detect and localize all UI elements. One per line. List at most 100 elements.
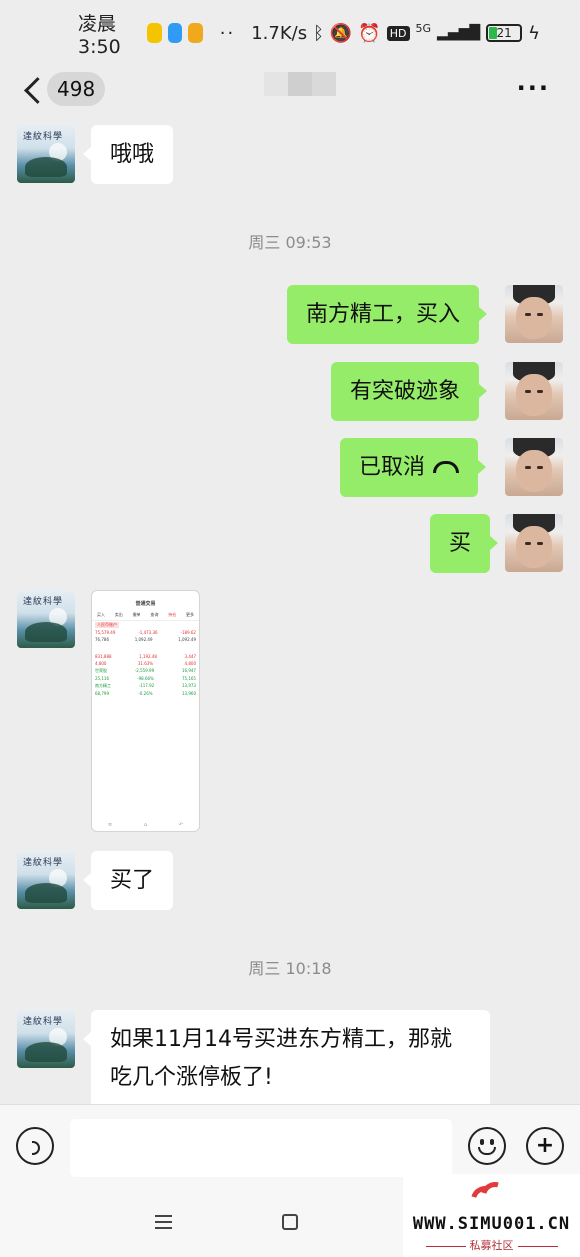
shot-account: 人民币账户 [92, 621, 199, 629]
watermark: WWW.SIMU001.CN 私募社区 [403, 1174, 580, 1257]
shot-cell: 1,192.48 [139, 654, 157, 659]
avatar-tree [25, 1042, 67, 1062]
shot-row: 76,786 1,092.49 1,092.49 [92, 636, 199, 643]
contact-avatar[interactable]: 達紋科學 [17, 125, 75, 183]
image-message-screenshot[interactable]: 普通交易 买入 卖出 撤单 查询 持仓 更多 人民币账户 75,579.49 -1… [91, 590, 200, 832]
avatar-eye [537, 313, 543, 316]
chat-title-blurred [264, 72, 336, 96]
avatar-tree [25, 157, 67, 177]
message-bubble-outgoing[interactable]: 南方精工，买入 [287, 285, 488, 344]
home-icon[interactable] [282, 1214, 298, 1230]
shot-cell: 1,092.49 [178, 637, 196, 642]
more-options-icon[interactable]: ··· [517, 76, 550, 100]
shot-back-icon: ↶ [178, 822, 184, 828]
status-time: 凌晨3:50 [78, 12, 121, 58]
avatar-eye [537, 390, 543, 393]
shot-cell: 13,973 [181, 683, 196, 688]
watermark-caption: 私募社区 [403, 1237, 580, 1253]
watermark-logo-icon [465, 1176, 515, 1220]
shot-home-icon: ⌂ [143, 822, 148, 828]
shot-cell: -189.62 [180, 630, 196, 635]
avatar-calligraphy: 達紋科學 [23, 597, 64, 607]
emoji-eye [480, 1139, 484, 1145]
signal-bars-icon: ▂▄▆█ [437, 25, 481, 41]
self-avatar[interactable] [505, 514, 563, 572]
contact-avatar[interactable]: 達紋科學 [17, 851, 75, 909]
avatar-face [516, 374, 552, 416]
shot-cell: 75,165 [181, 676, 196, 681]
shot-cell: 31.63% [137, 661, 154, 666]
message-bubble-incoming[interactable]: 如果11月14号买进东方精工，那就吃几个涨停板了! [83, 1010, 490, 1108]
shot-tab: 查询 [150, 612, 159, 617]
contact-avatar[interactable]: 達紋科學 [17, 1010, 75, 1068]
shot-row: 世荣股 -2,559.99 16,947 [92, 667, 199, 675]
message-bubble-outgoing[interactable]: 买 [430, 514, 499, 573]
avatar-eye [525, 466, 531, 469]
chat-nav-bar: 498 ··· [0, 66, 580, 112]
avatar-calligraphy: 達紋科學 [23, 1017, 64, 1027]
unread-count-badge[interactable]: 498 [47, 72, 106, 106]
menu-icon[interactable] [155, 1215, 172, 1229]
self-avatar[interactable] [505, 362, 563, 420]
battery-level: 21 [496, 26, 512, 40]
message-timestamp: 周三 09:53 [248, 233, 332, 252]
avatar-face [516, 450, 552, 492]
weibo-icon [147, 23, 162, 43]
message-text: 买了 [110, 868, 155, 893]
shot-cell: 南方精工 [95, 683, 111, 688]
message-bubble-outgoing[interactable]: 有突破迹象 [331, 362, 488, 421]
shot-row: 南方精工 -117.92 13,973 [92, 682, 199, 690]
back-icon[interactable] [20, 74, 46, 104]
message-text: 买 [449, 531, 472, 556]
alarm-icon: ⏰ [358, 22, 381, 44]
shot-cell: -117.92 [138, 683, 155, 688]
shot-title: 普通交易 [135, 601, 156, 607]
network-type: 5G [415, 21, 432, 35]
emoji-eye [490, 1139, 494, 1145]
emoji-mouth [478, 1147, 496, 1155]
shot-cell: 4,800 [95, 661, 107, 666]
plus-icon[interactable]: + [526, 1127, 564, 1165]
mute-icon: 🔕 [329, 22, 353, 44]
shot-tab: 卖出 [114, 612, 123, 617]
shot-cell: 世荣股 [95, 668, 107, 673]
message-text: 有突破迹象 [350, 379, 461, 404]
shot-row: 25,116 -98.66% 75,165 [92, 675, 199, 682]
shot-cell: 76,786 [95, 637, 109, 642]
avatar-face [516, 526, 552, 568]
watermark-url: WWW.SIMU001.CN [412, 1214, 571, 1234]
message-timestamp: 周三 10:18 [248, 959, 332, 978]
shot-cell: -1,473.36 [138, 630, 158, 635]
avatar-eye [525, 390, 531, 393]
shot-cell: 68,799 [95, 691, 109, 696]
shot-cell: 4,800 [184, 661, 196, 666]
shot-rows: 75,579.49 -1,473.36 -189.62 76,786 1,092.49 1… [92, 629, 199, 697]
upload-icon [167, 23, 183, 43]
avatar-face [516, 297, 552, 339]
phone-hangup-icon [433, 461, 460, 473]
shot-cell: -0.26% [138, 691, 153, 696]
bluetooth-icon: ᛒ [313, 22, 324, 44]
message-bubble-incoming[interactable]: 哦哦 [82, 125, 174, 184]
message-bubble-incoming[interactable]: 买了 [82, 851, 174, 910]
message-input[interactable] [70, 1119, 452, 1177]
message-text: 已取消 [359, 455, 426, 480]
avatar-calligraphy: 達紋科學 [23, 132, 64, 142]
emoji-icon[interactable] [468, 1127, 506, 1165]
voice-icon[interactable] [16, 1127, 54, 1165]
contact-avatar[interactable]: 達紋科學 [17, 590, 75, 648]
shot-cell: 13,960 [182, 691, 196, 696]
battery-icon: 21 [486, 24, 523, 42]
self-avatar[interactable] [505, 438, 563, 496]
shot-cell: 16,947 [181, 668, 196, 673]
status-bar: 凌晨3:50 ·· 1.7K/s ᛒ 🔕 ⏰ HD 5G ▂▄▆█ 21 ϟ [0, 0, 580, 66]
shot-account-label: 人民币账户 [95, 622, 119, 628]
avatar-calligraphy: 達紋科學 [23, 858, 64, 868]
shot-tab: 持仓 [168, 612, 177, 617]
call-cancelled-bubble[interactable]: 已取消 [340, 438, 487, 497]
self-avatar[interactable] [505, 285, 563, 343]
message-text: 如果11月14号买进东方精工，那就吃几个涨停板了! [110, 1027, 452, 1090]
shot-cell: 75,579.49 [95, 630, 116, 635]
avatar-eye [525, 313, 531, 316]
signal-icon: 5G [416, 22, 432, 35]
